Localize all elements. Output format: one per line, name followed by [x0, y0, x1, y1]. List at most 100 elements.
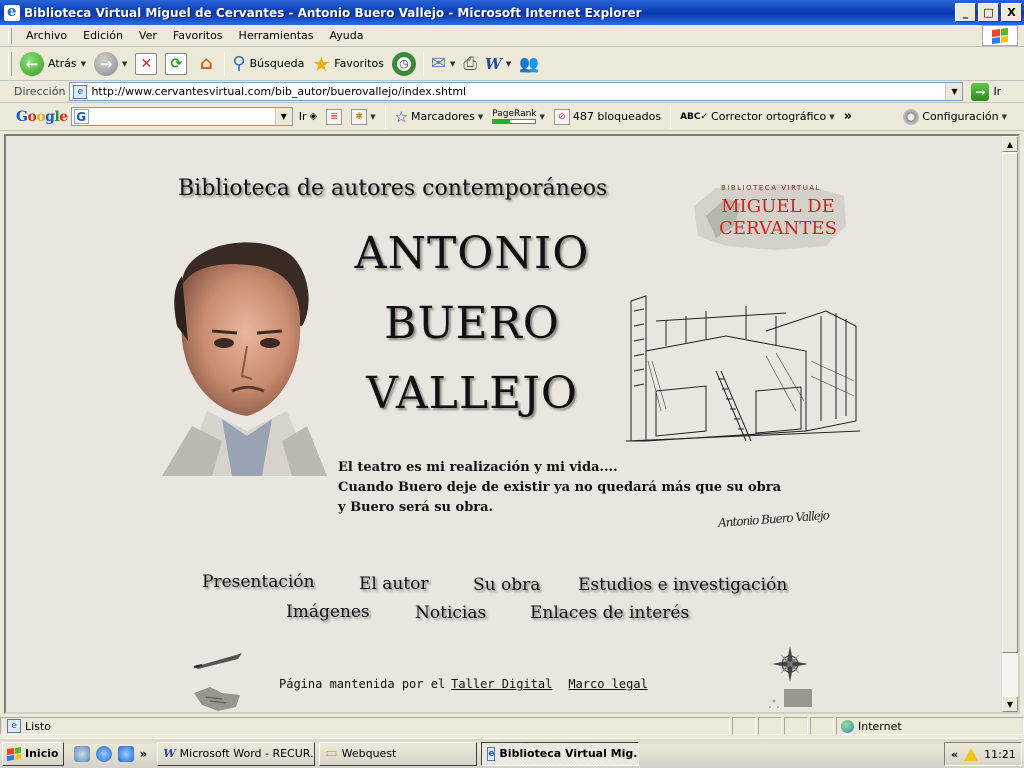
status-cell	[810, 717, 834, 735]
history-button[interactable]: ◷	[388, 50, 420, 78]
clock[interactable]: 11:21	[984, 748, 1016, 761]
popup-options-button[interactable]: ✱ ▼	[348, 108, 378, 125]
popup-blocker-button[interactable]: ⊘ 487 bloqueados	[551, 108, 664, 125]
back-button[interactable]: ← Atrás ▼	[16, 50, 90, 78]
decorative-stamp-icon	[769, 689, 812, 708]
nav-imagenes[interactable]: Imágenes	[286, 602, 370, 622]
menu-edicion[interactable]: Edición	[75, 29, 131, 42]
toolbar-separator	[224, 51, 226, 76]
window-title: Biblioteca Virtual Miguel de Cervantes -…	[24, 5, 642, 20]
close-button[interactable]: X	[1001, 3, 1022, 22]
messenger-people-icon: 👥	[519, 54, 540, 73]
pagerank-bar	[492, 118, 537, 124]
menu-herramientas[interactable]: Herramientas	[231, 29, 322, 42]
quicklaunch-more[interactable]: »	[140, 747, 148, 761]
cervantes-logo[interactable]: BIBLIOTECA VIRTUAL MIGUEL DE CERVANTES	[686, 176, 856, 254]
nav-enlaces[interactable]: Enlaces de interés	[530, 603, 689, 623]
task-word[interactable]: W Microsoft Word - RECUR...	[157, 741, 316, 766]
status-cell	[758, 717, 782, 735]
quick-launch: »	[73, 745, 148, 762]
more-chevron[interactable]: »	[841, 109, 855, 124]
task-biblioteca[interactable]: e Biblioteca Virtual Mig...	[481, 741, 640, 766]
chevron-down-icon[interactable]: ▼	[540, 113, 545, 121]
chevron-down-icon: ▼	[477, 112, 484, 121]
stop-icon: ✕	[135, 52, 158, 75]
go-button[interactable]: → Ir	[971, 82, 1001, 101]
google-logo[interactable]: Google	[16, 109, 68, 125]
mail-button[interactable]: ✉ ▼	[427, 50, 459, 78]
menu-ver[interactable]: Ver	[131, 29, 165, 42]
nav-el-autor[interactable]: El autor	[359, 574, 429, 594]
address-bar: Dirección e http://www.cervantesvirtual.…	[0, 81, 1024, 103]
edit-word-button[interactable]: W ▼	[481, 50, 515, 78]
bookmarks-button[interactable]: ☆ Marcadores ▼	[392, 108, 487, 126]
address-label: Dirección	[14, 85, 66, 98]
chevron-down-icon[interactable]: ▼	[506, 60, 511, 68]
chevron-down-icon[interactable]: ▼	[370, 113, 375, 121]
tray-expand[interactable]: «	[951, 748, 958, 761]
blocked-count: 487 bloqueados	[572, 110, 662, 123]
maximize-button[interactable]: □	[978, 3, 999, 22]
google-search-dropdown-icon[interactable]: ▼	[274, 108, 292, 125]
toolbar-separator	[422, 51, 424, 76]
chevron-down-icon[interactable]: ▼	[829, 113, 834, 121]
task-webquest[interactable]: ▭ Webquest	[319, 741, 478, 766]
search-button[interactable]: ⚲ Búsqueda	[228, 50, 308, 78]
marco-legal-link[interactable]: Marco legal	[568, 677, 647, 691]
menu-favoritos[interactable]: Favoritos	[165, 29, 231, 42]
stop-button[interactable]: ✕	[131, 50, 161, 78]
page-heading: Biblioteca de autores contemporáneos	[178, 176, 608, 201]
vertical-scrollbar[interactable]: ▲ ▼	[1001, 136, 1018, 712]
address-input[interactable]: e http://www.cervantesvirtual.com/bib_au…	[69, 82, 964, 101]
page-status-icon: e	[7, 719, 21, 733]
chevron-down-icon[interactable]: ▼	[81, 60, 86, 68]
print-button[interactable]: ⎙	[459, 50, 481, 78]
nav-noticias[interactable]: Noticias	[415, 603, 486, 623]
home-button[interactable]: ⌂	[191, 50, 221, 78]
toolbar-grip[interactable]	[8, 51, 12, 76]
menu-archivo[interactable]: Archivo	[18, 29, 75, 42]
windows-logo-icon	[982, 25, 1018, 46]
nav-presentacion[interactable]: Presentación	[202, 572, 314, 592]
logo-top-text: BIBLIOTECA VIRTUAL	[721, 184, 821, 192]
menu-ayuda[interactable]: Ayuda	[321, 29, 371, 42]
browser-quicklaunch-icon[interactable]	[117, 745, 134, 762]
chevron-down-icon[interactable]: ▼	[450, 60, 455, 68]
favorites-button[interactable]: ★ Favoritos	[308, 50, 388, 78]
popup-blocked-icon: ⊘	[553, 108, 570, 125]
forward-button[interactable]: → ▼	[90, 50, 131, 78]
status-cell	[784, 717, 808, 735]
toolbar-grip[interactable]	[8, 27, 12, 44]
spellcheck-button[interactable]: ABC✓ Corrector ortográfico ▼	[677, 110, 838, 123]
messenger-button[interactable]: 👥	[515, 50, 543, 78]
scroll-down-icon[interactable]: ▼	[1002, 696, 1018, 712]
ie-quicklaunch-icon[interactable]	[95, 745, 112, 762]
minimize-button[interactable]: _	[955, 3, 976, 22]
printer-icon: ⎙	[463, 53, 477, 74]
rooftop-sketch	[626, 291, 860, 449]
web-page: Biblioteca de autores contemporáneos BIB…	[6, 136, 1003, 712]
taskbar: Inicio » W Microsoft Word - RECUR... ▭ W…	[0, 738, 1024, 768]
settings-button[interactable]: Configuración ▼	[900, 108, 1010, 125]
google-search-input[interactable]: G ▼	[70, 107, 293, 126]
pagerank-indicator[interactable]: PageRank ▼	[489, 109, 548, 124]
taller-digital-link[interactable]: Taller Digital	[451, 677, 552, 691]
address-dropdown-icon[interactable]: ▼	[945, 83, 963, 100]
google-go-button[interactable]: Ir ◈	[296, 110, 320, 123]
security-zone[interactable]: Internet	[836, 717, 1024, 735]
scroll-thumb[interactable]	[1002, 153, 1018, 653]
warning-icon[interactable]	[964, 747, 979, 761]
quote-line-3: y Buero será su obra.	[338, 500, 494, 515]
nav-estudios[interactable]: Estudios e investigación	[578, 575, 787, 595]
start-button[interactable]: Inicio	[2, 741, 64, 766]
refresh-button[interactable]: ⟳	[161, 50, 191, 78]
spellcheck-label: Corrector ortográfico	[711, 110, 827, 123]
show-desktop-icon[interactable]	[73, 745, 90, 762]
page-icon: e	[73, 84, 88, 99]
address-url[interactable]: http://www.cervantesvirtual.com/bib_auto…	[91, 85, 941, 98]
nav-su-obra[interactable]: Su obra	[473, 575, 540, 595]
star-outline-icon: ☆	[394, 107, 409, 126]
chevron-down-icon[interactable]: ▼	[122, 60, 127, 68]
news-button[interactable]: ≣	[323, 108, 345, 125]
scroll-up-icon[interactable]: ▲	[1002, 136, 1018, 152]
